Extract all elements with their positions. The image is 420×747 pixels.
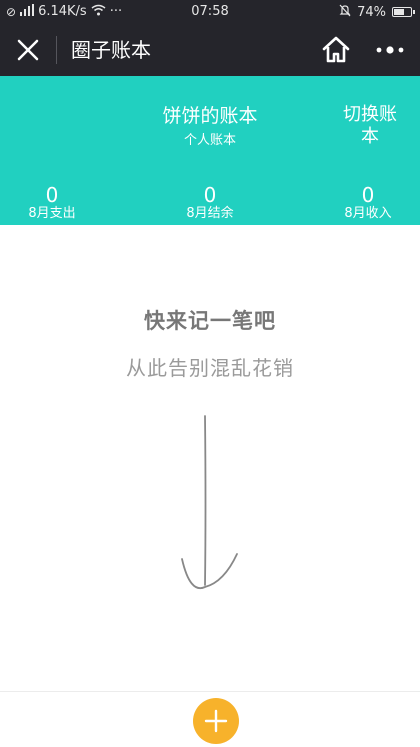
stat-income-label: 8月收入 — [344, 206, 392, 221]
more-dots-icon — [376, 46, 404, 54]
empty-state-subtitle: 从此告别混乱花销 — [126, 356, 294, 380]
title-bar: 圈子账本 — [0, 24, 420, 76]
stat-income-value: 0 — [361, 183, 375, 207]
account-header: 饼饼的账本 个人账本 切换账本 0 8月支出 0 8月结余 0 8月收入 — [0, 76, 420, 225]
stat-balance-value: 0 — [203, 183, 217, 207]
plus-icon — [204, 709, 228, 733]
empty-state-title: 快来记一笔吧 — [144, 309, 276, 333]
stat-expense: 0 8月支出 — [0, 184, 122, 222]
switch-book-line-2: 本 — [361, 126, 379, 147]
status-right: 74% — [339, 4, 415, 20]
page-title: 圈子账本 — [71, 38, 151, 62]
down-arrow-icon — [181, 415, 238, 589]
switch-book-line-1: 切换账 — [343, 104, 397, 125]
close-button[interactable] — [14, 36, 42, 64]
home-icon — [322, 36, 350, 63]
home-button[interactable] — [320, 34, 352, 66]
book-subtitle: 个人账本 — [183, 133, 236, 148]
title-divider — [56, 36, 57, 64]
close-icon — [17, 39, 39, 61]
stat-balance-label: 8月结余 — [186, 206, 234, 221]
stat-balance: 0 8月结余 — [140, 184, 280, 222]
bottom-divider — [0, 691, 420, 692]
mute-bell-icon — [339, 4, 351, 20]
add-record-button[interactable] — [193, 698, 239, 744]
stat-expense-label: 8月支出 — [28, 206, 76, 221]
more-button[interactable] — [372, 36, 408, 64]
status-bar: ⊘ 6.14K/s ··· 07:58 74% — [0, 0, 420, 24]
book-title: 饼饼的账本 — [162, 105, 258, 127]
battery-percent: 74% — [357, 4, 386, 20]
battery-fill — [394, 9, 405, 15]
switch-book-button[interactable]: 切换账本 — [336, 104, 404, 148]
stat-income: 0 8月收入 — [298, 184, 420, 222]
stat-expense-value: 0 — [45, 183, 59, 207]
battery-icon — [392, 7, 415, 17]
